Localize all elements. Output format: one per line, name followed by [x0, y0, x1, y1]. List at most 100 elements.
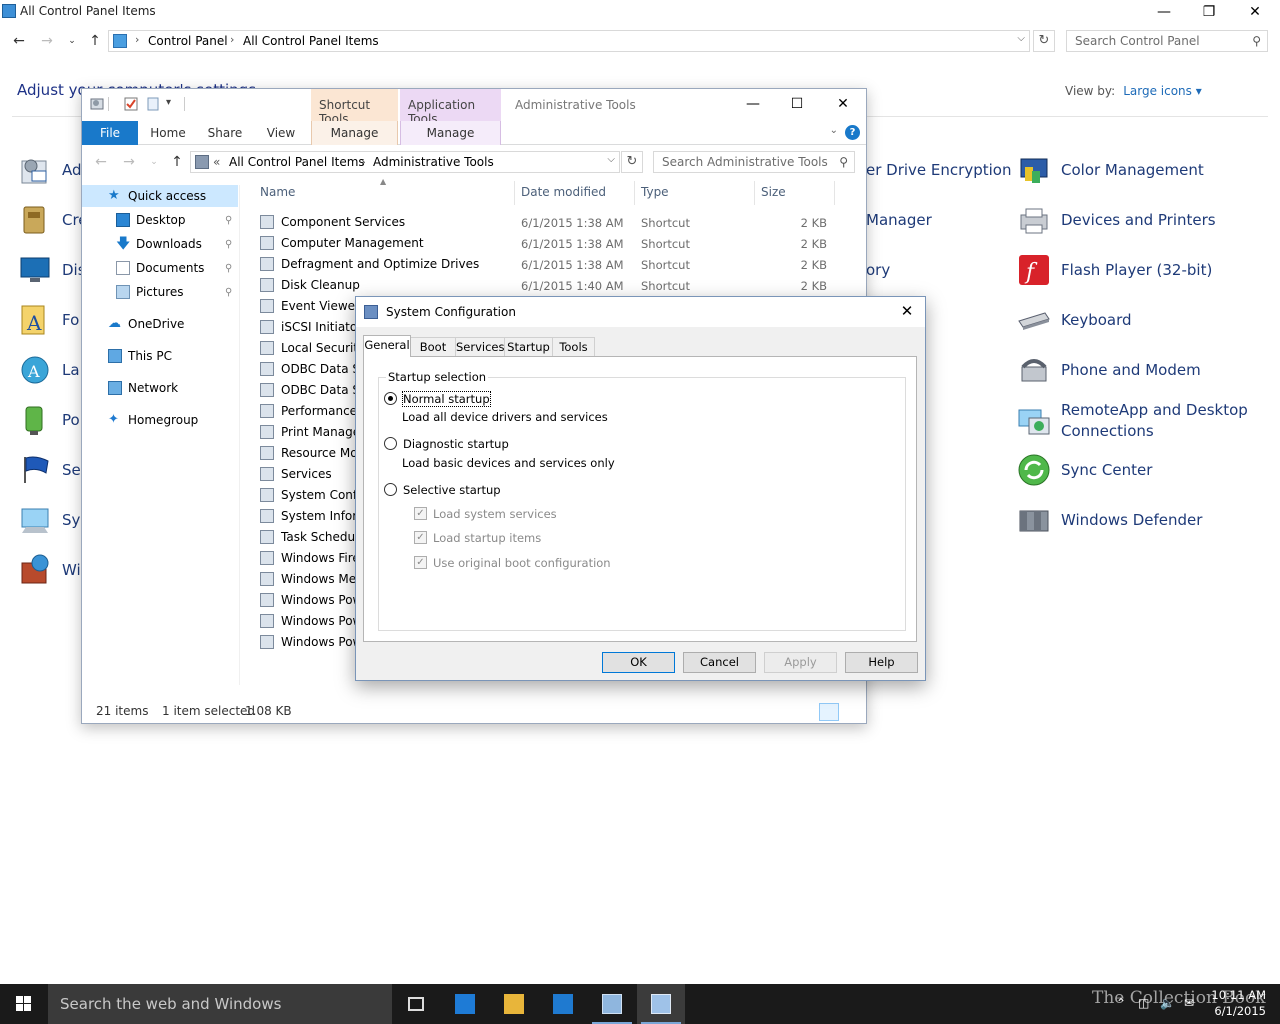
pin-icon[interactable]: ⚲ — [225, 215, 232, 226]
table-row[interactable]: Computer Management 6/1/2015 1:38 AM Short… — [252, 233, 852, 254]
volume-icon[interactable]: 🔈 — [1160, 996, 1175, 1010]
task-view-button[interactable] — [392, 984, 440, 1024]
cp-item-keyboard[interactable]: Keyboard — [1017, 300, 1132, 340]
nav-network[interactable]: Network — [82, 377, 238, 399]
new-folder-icon[interactable] — [146, 97, 160, 111]
tab-tools[interactable]: Tools — [552, 337, 595, 357]
start-button[interactable] — [0, 984, 48, 1024]
pin-icon[interactable]: ⚲ — [225, 239, 232, 250]
cp-item-flash-player[interactable]: f Flash Player (32-bit) — [1017, 250, 1212, 290]
breadcrumb-all-items[interactable]: All Control Panel Items — [229, 155, 365, 169]
action-center-icon[interactable]: ✉ — [1184, 996, 1194, 1010]
cp-item-phone-modem[interactable]: Phone and Modem — [1017, 350, 1201, 390]
minimize-button[interactable]: — — [1141, 0, 1187, 24]
cp-item-file-history[interactable]: ory — [866, 250, 890, 290]
tab-boot[interactable]: Boot — [410, 337, 456, 357]
network-icon[interactable]: ◫ — [1138, 996, 1149, 1010]
tab-manage-shortcut[interactable]: Manage — [311, 121, 398, 145]
diagnostic-startup-label[interactable]: Diagnostic startup — [403, 437, 509, 451]
column-name[interactable]: Name — [260, 185, 295, 199]
expand-ribbon-chevron-icon[interactable]: ⌄ — [830, 125, 838, 136]
cancel-button[interactable]: Cancel — [683, 652, 756, 673]
back-button[interactable]: ← — [10, 32, 28, 50]
taskbar-search-box[interactable]: Search the web and Windows — [48, 984, 392, 1024]
cp-item-remoteapp[interactable]: RemoteApp and Desktop Connections — [1017, 400, 1251, 442]
refresh-button[interactable]: ↻ — [1033, 30, 1055, 52]
tab-share[interactable]: Share — [200, 121, 250, 145]
tab-manage-application[interactable]: Manage — [400, 121, 501, 145]
show-hidden-icons-chevron-icon[interactable]: ⌃ — [1116, 996, 1126, 1010]
selective-startup-radio[interactable] — [384, 483, 397, 496]
help-icon[interactable]: ? — [845, 125, 860, 140]
cp-item-administrative-tools[interactable]: Ad — [18, 150, 82, 190]
properties-icon[interactable] — [124, 97, 138, 111]
normal-startup-label[interactable]: Normal startup — [402, 391, 491, 407]
chevron-down-icon[interactable]: ⌵ — [1017, 33, 1025, 44]
cp-item-device-manager[interactable]: Manager — [866, 200, 932, 240]
maximize-button[interactable]: ☐ — [774, 93, 820, 115]
forward-button[interactable]: → — [38, 32, 56, 50]
tab-file[interactable]: File — [82, 121, 138, 145]
nav-desktop[interactable]: Desktop ⚲ — [82, 209, 238, 231]
up-button[interactable]: ↑ — [168, 153, 186, 171]
apply-button[interactable]: Apply — [764, 652, 837, 673]
tab-general[interactable]: General — [363, 335, 411, 357]
nav-onedrive[interactable]: ☁ OneDrive — [82, 313, 238, 335]
use-original-boot-config-checkbox[interactable]: ✓ — [414, 556, 427, 569]
breadcrumb-control-panel[interactable]: Control Panel — [148, 34, 228, 48]
breadcrumb-overflow[interactable]: « — [213, 155, 220, 169]
pin-icon[interactable]: ⚲ — [225, 263, 232, 274]
nav-documents[interactable]: Documents ⚲ — [82, 257, 238, 279]
cp-item-power-options[interactable]: Po — [18, 400, 80, 440]
column-size[interactable]: Size — [761, 185, 786, 199]
cp-item-system[interactable]: Sys — [18, 500, 88, 540]
cp-item-fonts[interactable]: A Fo — [18, 300, 79, 340]
cp-item-windows-defender[interactable]: Windows Defender — [1017, 500, 1202, 540]
nav-downloads[interactable]: 🡇 Downloads ⚲ — [82, 233, 238, 255]
taskbar-edge[interactable] — [441, 984, 489, 1024]
help-button[interactable]: Help — [845, 652, 918, 673]
normal-startup-radio[interactable] — [384, 392, 397, 405]
cp-item-credential-manager[interactable]: Cre — [18, 200, 88, 240]
recent-locations-chevron-icon[interactable]: ⌄ — [63, 32, 81, 50]
pin-icon[interactable]: ⚲ — [225, 287, 232, 298]
cp-item-language[interactable]: A La — [18, 350, 80, 390]
column-divider[interactable] — [634, 181, 635, 205]
taskbar-file-explorer[interactable] — [490, 984, 538, 1024]
cp-item-sync-center[interactable]: Sync Center — [1017, 450, 1152, 490]
cp-item-color-management[interactable]: Color Management — [1017, 150, 1204, 190]
cp-item-devices-printers[interactable]: Devices and Printers — [1017, 200, 1216, 240]
cp-item-display[interactable]: Dis — [18, 250, 86, 290]
tab-startup[interactable]: Startup — [504, 337, 553, 357]
nav-this-pc[interactable]: This PC — [82, 345, 238, 367]
column-divider[interactable] — [754, 181, 755, 205]
large-icons-view-icon[interactable] — [842, 703, 862, 721]
tab-services[interactable]: Services — [455, 337, 505, 357]
maximize-button[interactable]: ❐ — [1186, 0, 1232, 24]
search-control-panel-input[interactable]: Search Control Panel ⚲ — [1066, 30, 1268, 52]
chevron-down-icon[interactable]: ⌵ — [607, 154, 615, 165]
tab-view[interactable]: View — [258, 121, 304, 145]
breadcrumb-all-items[interactable]: All Control Panel Items — [243, 34, 379, 48]
selective-startup-label[interactable]: Selective startup — [403, 483, 501, 497]
minimize-button[interactable]: — — [730, 93, 776, 115]
close-button[interactable]: ✕ — [820, 93, 866, 115]
nav-homegroup[interactable]: ✦ Homegroup — [82, 409, 238, 431]
load-startup-items-checkbox[interactable]: ✓ — [414, 531, 427, 544]
details-view-icon[interactable] — [819, 703, 839, 721]
tab-home[interactable]: Home — [144, 121, 192, 145]
back-button[interactable]: ← — [92, 153, 110, 171]
cp-item-bitlocker[interactable]: er Drive Encryption — [866, 150, 1011, 190]
ok-button[interactable]: OK — [602, 652, 675, 673]
explorer-address-bar[interactable]: « All Control Panel Items › Administrati… — [190, 151, 620, 173]
table-row[interactable]: Disk Cleanup 6/1/2015 1:40 AM Shortcut 2 KB — [252, 275, 852, 296]
column-divider[interactable] — [514, 181, 515, 205]
column-type[interactable]: Type — [641, 185, 669, 199]
diagnostic-startup-radio[interactable] — [384, 437, 397, 450]
nav-quick-access[interactable]: ★ Quick access — [82, 185, 238, 207]
taskbar-system-configuration[interactable] — [637, 984, 685, 1024]
nav-pictures[interactable]: Pictures ⚲ — [82, 281, 238, 303]
clock[interactable]: 10:11 AM 6/1/2015 — [1206, 987, 1266, 1019]
load-system-services-checkbox[interactable]: ✓ — [414, 507, 427, 520]
forward-button[interactable]: → — [120, 153, 138, 171]
